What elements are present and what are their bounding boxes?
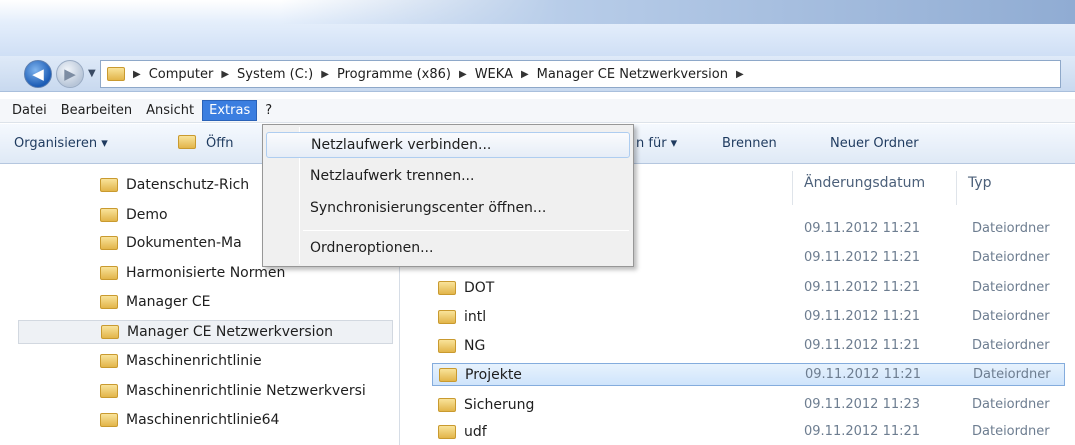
file-row[interactable]: intl 09.11.2012 11:21 Dateiordner (432, 305, 1065, 328)
chevron-right-icon[interactable]: ▶ (133, 69, 141, 80)
forward-button[interactable]: ▶ (56, 60, 84, 88)
file-date: 09.11.2012 11:21 (804, 424, 921, 439)
chevron-right-icon[interactable]: ▶ (521, 69, 529, 80)
chevron-right-icon[interactable]: ▶ (221, 69, 229, 80)
file-row[interactable]: DOT 09.11.2012 11:21 Dateiordner (432, 276, 1065, 299)
chevron-right-icon[interactable]: ▶ (459, 69, 467, 80)
file-type: Dateiordner (972, 397, 1050, 412)
menu-item-open-sync-center[interactable]: Synchronisierungscenter öffnen... (266, 195, 630, 221)
folder-icon (438, 338, 456, 353)
file-type: Dateiordner (972, 338, 1050, 353)
column-divider[interactable] (792, 171, 793, 205)
folder-icon (439, 367, 457, 382)
folder-icon (100, 178, 118, 192)
menu-separator (303, 230, 629, 231)
folder-icon (100, 413, 118, 427)
file-date: 09.11.2012 11:23 (804, 397, 921, 412)
file-date: 09.11.2012 11:21 (804, 250, 921, 265)
folder-icon (101, 325, 119, 339)
file-date: 09.11.2012 11:21 (804, 309, 921, 324)
window-titlebar (0, 0, 1075, 56)
breadcrumb-manager-ce-netzwerkversion[interactable]: Manager CE Netzwerkversion (537, 67, 728, 82)
menu-item-disconnect-network-drive[interactable]: Netzlaufwerk trennen... (266, 163, 630, 189)
file-type: Dateiordner (972, 250, 1050, 265)
folder-icon (107, 67, 125, 81)
folder-icon (100, 295, 118, 309)
open-button[interactable]: Öffn (206, 136, 233, 151)
menu-item-folder-options[interactable]: Ordneroptionen... (266, 235, 630, 261)
chevron-right-icon[interactable]: ▶ (736, 69, 744, 80)
folder-icon (438, 424, 456, 439)
breadcrumb-computer[interactable]: Computer (149, 67, 214, 82)
file-type: Dateiordner (972, 424, 1050, 439)
breadcrumb-system-c[interactable]: System (C:) (237, 67, 313, 82)
share-button[interactable]: n für ▾ (636, 136, 677, 151)
open-folder-icon (178, 134, 196, 149)
file-date: 09.11.2012 11:21 (804, 280, 921, 295)
extras-dropdown-menu: Netzlaufwerk verbinden... Netzlaufwerk t… (262, 124, 634, 267)
menu-bar: Datei Bearbeiten Ansicht Extras ? (0, 99, 1075, 123)
menu-ansicht[interactable]: Ansicht (140, 101, 200, 120)
folder-icon (438, 309, 456, 324)
file-row[interactable]: udf 09.11.2012 11:21 Dateiordner (432, 420, 1065, 443)
recent-pages-dropdown[interactable]: ▼ (88, 68, 96, 79)
column-header-date[interactable]: Änderungsdatum (804, 175, 925, 191)
file-date: 09.11.2012 11:21 (805, 367, 922, 382)
nav-tree-item-selected[interactable]: Manager CE Netzwerkversion (18, 320, 393, 344)
folder-icon (100, 384, 118, 398)
file-name: Projekte (465, 366, 522, 383)
menu-help[interactable]: ? (259, 101, 278, 120)
file-name: intl (464, 308, 487, 325)
navigation-bar: ◀ ▶ ▼ ▶ Computer ▶ System (C:) ▶ Program… (0, 56, 1075, 92)
back-button[interactable]: ◀ (24, 60, 52, 88)
titlebar-gradient (280, 0, 1075, 24)
menu-item-map-network-drive[interactable]: Netzlaufwerk verbinden... (266, 132, 630, 158)
folder-icon (100, 266, 118, 280)
file-name: udf (464, 423, 487, 440)
file-date: 09.11.2012 11:21 (804, 221, 921, 236)
file-type: Dateiordner (973, 367, 1051, 382)
folder-icon (100, 208, 118, 222)
column-divider[interactable] (956, 171, 957, 205)
folder-icon (438, 397, 456, 412)
nav-tree-item[interactable]: Maschinenrichtlinie Netzwerkversi (18, 379, 393, 403)
nav-tree-item[interactable]: Maschinenrichtlinie64 (18, 408, 393, 432)
file-row-selected[interactable]: Projekte 09.11.2012 11:21 Dateiordner (432, 363, 1065, 386)
folder-icon (100, 354, 118, 368)
file-type: Dateiordner (972, 280, 1050, 295)
file-name: Sicherung (464, 396, 535, 413)
file-row[interactable]: NG 09.11.2012 11:21 Dateiordner (432, 334, 1065, 357)
new-folder-button[interactable]: Neuer Ordner (830, 136, 919, 151)
menu-bearbeiten[interactable]: Bearbeiten (55, 101, 138, 120)
menu-datei[interactable]: Datei (6, 101, 53, 120)
arrow-left-icon: ◀ (32, 65, 44, 83)
folder-icon (438, 280, 456, 295)
burn-button[interactable]: Brennen (722, 136, 777, 151)
file-name: DOT (464, 279, 495, 296)
file-type: Dateiordner (972, 221, 1050, 236)
file-name: NG (464, 337, 486, 354)
file-row[interactable]: Sicherung 09.11.2012 11:23 Dateiordner (432, 393, 1065, 416)
menu-extras[interactable]: Extras (202, 100, 258, 121)
file-type: Dateiordner (972, 309, 1050, 324)
folder-icon (100, 236, 118, 250)
arrow-right-icon: ▶ (64, 65, 76, 83)
nav-tree-item[interactable]: Manager CE (18, 290, 393, 314)
breadcrumb-weka[interactable]: WEKA (475, 67, 513, 82)
address-bar[interactable]: ▶ Computer ▶ System (C:) ▶ Programme (x8… (100, 60, 1061, 88)
chevron-right-icon[interactable]: ▶ (321, 69, 329, 80)
file-date: 09.11.2012 11:21 (804, 338, 921, 353)
breadcrumb-programme-x86[interactable]: Programme (x86) (337, 67, 451, 82)
column-header-type[interactable]: Typ (968, 175, 992, 191)
nav-tree-item[interactable]: Maschinenrichtlinie (18, 349, 393, 373)
organize-button[interactable]: Organisieren ▾ (14, 136, 108, 151)
